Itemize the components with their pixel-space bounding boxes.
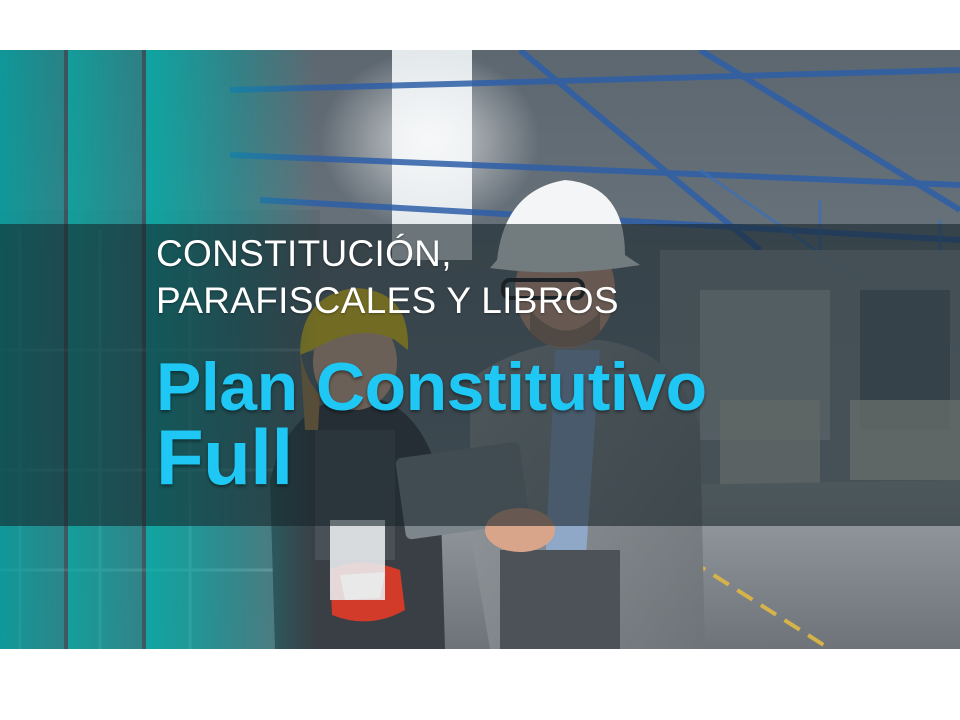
- title-line-2: Full: [156, 413, 293, 501]
- title-line-1: Plan Constitutivo: [156, 349, 707, 425]
- subtitle-line-1: CONSTITUCIÓN,: [156, 233, 452, 274]
- subtitle-line-2: PARAFISCALES Y LIBROS: [156, 280, 619, 321]
- slide: CONSTITUCIÓN, PARAFISCALES Y LIBROS Plan…: [0, 0, 960, 720]
- slide-subtitle: CONSTITUCIÓN, PARAFISCALES Y LIBROS: [156, 230, 619, 324]
- slide-title: Plan Constitutivo Full: [156, 349, 707, 501]
